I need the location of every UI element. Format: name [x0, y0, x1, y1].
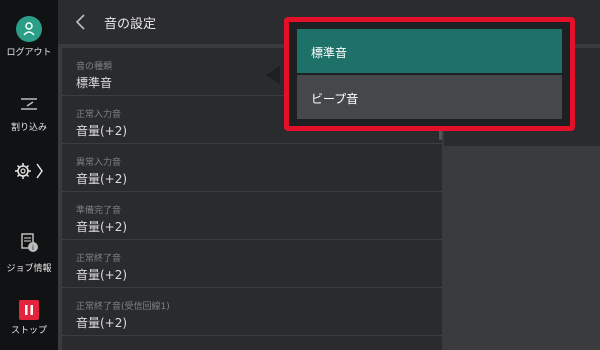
logout-button[interactable]: ログアウト	[0, 16, 58, 58]
list-item-label: 異常入力音	[76, 158, 122, 168]
settings-button[interactable]	[0, 160, 58, 186]
list-item-value: 音量(+2)	[76, 124, 128, 138]
list-item-value: 標準音	[76, 76, 113, 90]
list-item-label: 正常終了音	[76, 254, 122, 264]
job-info-label: ジョブ情報	[6, 264, 52, 274]
stop-button[interactable]: ストップ	[0, 300, 58, 336]
stop-icon	[19, 300, 39, 320]
list-item-value: 音量(+2)	[76, 172, 128, 186]
list-item-error-input-sound[interactable]: 異常入力音 音量(+2)	[62, 144, 442, 192]
logout-label: ログアウト	[6, 48, 52, 58]
svg-text:i: i	[32, 244, 34, 252]
list-item-job-complete-line1-sound[interactable]: 正常終了音(受信回線1) 音量(+2)	[62, 288, 442, 336]
list-item-label: 音の種類	[76, 62, 113, 72]
list-item-ready-sound[interactable]: 準備完了音 音量(+2)	[62, 192, 442, 240]
list-item-value: 音量(+2)	[76, 220, 128, 234]
popover-pointer	[266, 66, 280, 84]
back-button[interactable]	[72, 12, 92, 32]
list-item-label: 準備完了音	[76, 206, 122, 216]
gear-icon	[15, 163, 43, 179]
job-info-icon: i	[21, 233, 38, 252]
dropdown-options: 標準音 ビープ音	[297, 29, 562, 119]
sound-type-dropdown: 標準音 ビープ音	[284, 17, 575, 131]
chevron-left-icon	[75, 14, 85, 30]
stop-label: ストップ	[10, 326, 47, 336]
list-item-label: 正常終了音(受信回線1)	[76, 302, 170, 312]
option-beep-sound[interactable]: ビープ音	[297, 75, 562, 119]
option-label: ビープ音	[311, 92, 359, 106]
page-title: 音の設定	[104, 17, 157, 32]
logout-icon	[16, 16, 42, 42]
job-info-button[interactable]: i ジョブ情報	[0, 232, 58, 274]
left-rail: ログアウト 割り込み i ジョブ情報 ストップ	[0, 0, 58, 350]
interrupt-icon	[21, 98, 37, 110]
interrupt-button[interactable]: 割り込み	[0, 95, 58, 133]
list-item-value: 音量(+2)	[76, 268, 128, 282]
list-item-label: 正常入力音	[76, 110, 122, 120]
interrupt-label: 割り込み	[10, 123, 47, 133]
list-item-job-complete-sound[interactable]: 正常終了音 音量(+2)	[62, 240, 442, 288]
list-item-value: 音量(+2)	[76, 316, 128, 330]
option-standard-sound[interactable]: 標準音	[297, 29, 562, 73]
option-label: 標準音	[311, 46, 348, 60]
